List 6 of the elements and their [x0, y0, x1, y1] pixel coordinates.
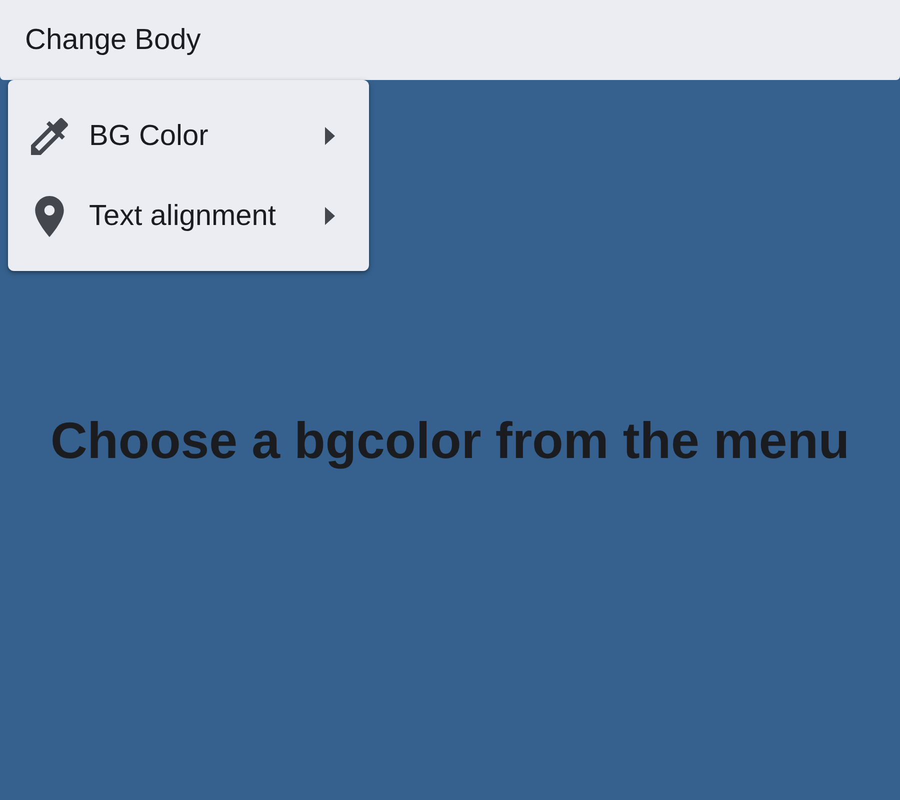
change-body-button[interactable]: Change Body [25, 22, 201, 58]
menu-item[interactable]: BG Color [8, 96, 369, 176]
menu-item[interactable]: Text alignment [8, 176, 369, 256]
location-pin-icon [34, 196, 64, 236]
eyedropper-icon [30, 118, 68, 154]
heading: Choose a bgcolor from the menu [50, 410, 850, 470]
